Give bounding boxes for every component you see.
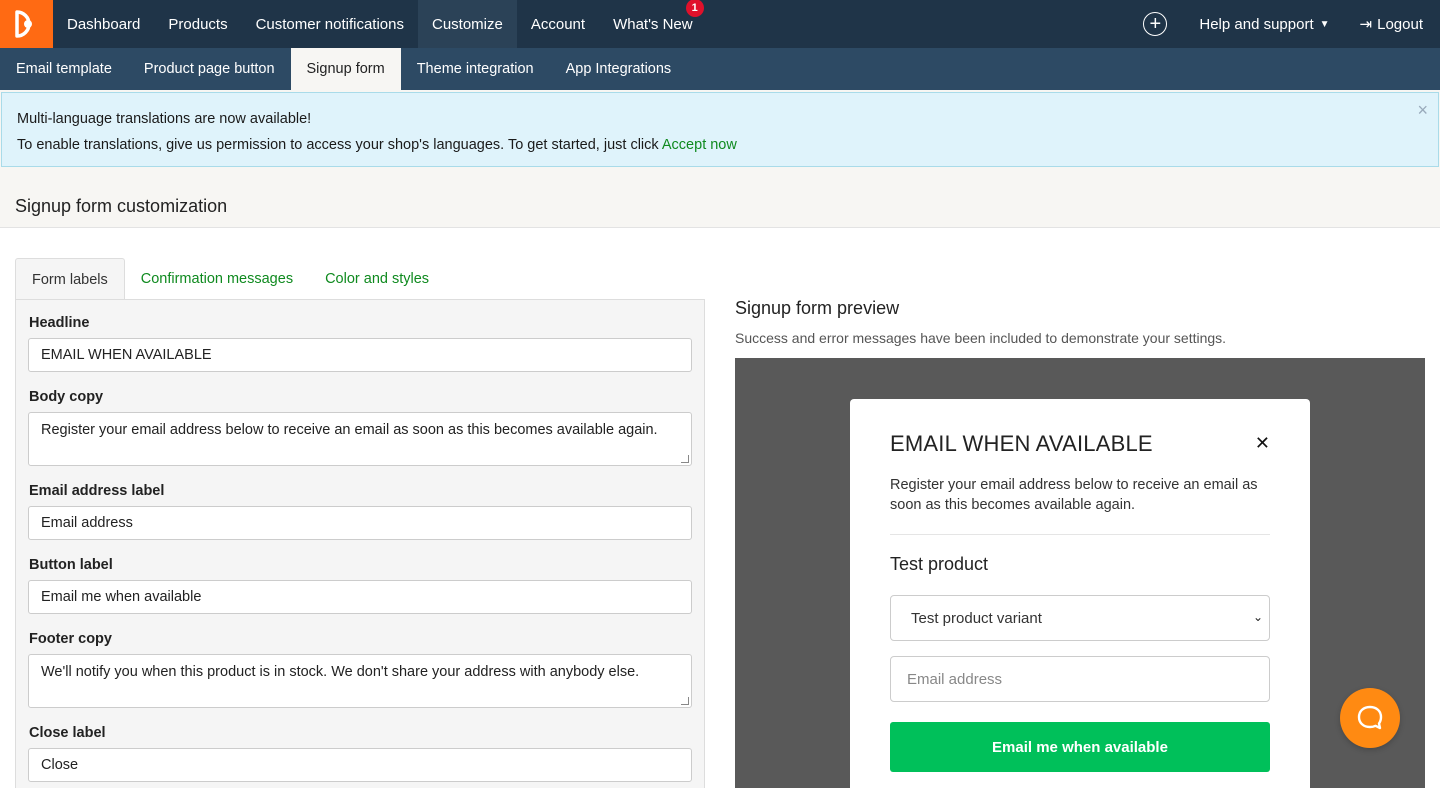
nav-whats-new[interactable]: What's New 1: [599, 0, 707, 48]
tab-confirmation-messages-label: Confirmation messages: [140, 271, 294, 287]
logout-label: Logout: [1377, 15, 1423, 33]
button-label-label: Button label: [29, 557, 113, 573]
headline-input[interactable]: EMAIL WHEN AVAILABLE: [28, 338, 692, 372]
tab-color-and-styles[interactable]: Color and styles: [309, 258, 445, 300]
email-address-label-value: Email address: [41, 515, 133, 531]
info-alert: Multi-language translations are now avai…: [1, 92, 1439, 167]
close-icon[interactable]: ×: [1417, 100, 1428, 121]
help-support-label: Help and support: [1199, 15, 1314, 33]
email-address-label: Email address label: [29, 483, 165, 499]
nav-right-group: + Help and support ▼ ⇥ Logout: [1143, 0, 1440, 48]
form-tabs: Form labels Confirmation messages Color …: [15, 258, 445, 300]
logout-icon: ⇥: [1359, 16, 1373, 33]
subnav-app-integrations[interactable]: App Integrations: [550, 48, 688, 90]
preview-area: EMAIL WHEN AVAILABLE ✕ Register your ema…: [735, 358, 1425, 788]
body-copy-textarea[interactable]: Register your email address below to rec…: [28, 412, 692, 466]
subnav-theme-integration-label: Theme integration: [416, 61, 534, 77]
sub-navbar: Email template Product page button Signu…: [0, 48, 1440, 90]
tab-confirmation-messages[interactable]: Confirmation messages: [125, 258, 309, 300]
resize-handle-icon[interactable]: [681, 455, 689, 463]
nav-whats-new-label: What's New: [613, 15, 693, 33]
alert-body-text: To enable translations, give us permissi…: [17, 137, 659, 153]
modal-email-placeholder: Email address: [907, 670, 1003, 688]
preview-title: Signup form preview: [735, 298, 900, 318]
body-copy-value: Register your email address below to rec…: [41, 422, 658, 438]
nav-customize[interactable]: Customize: [418, 0, 517, 48]
tab-form-labels[interactable]: Form labels: [15, 258, 125, 300]
footer-copy-textarea[interactable]: We'll notify you when this product is in…: [28, 654, 692, 708]
chat-icon: [1357, 705, 1383, 730]
button-label-value: Email me when available: [41, 589, 202, 605]
subnav-signup-form[interactable]: Signup form: [290, 48, 401, 90]
nav-account[interactable]: Account: [517, 0, 599, 48]
headline-input-value: EMAIL WHEN AVAILABLE: [41, 347, 212, 363]
logo-icon[interactable]: [0, 0, 53, 48]
preview-subtitle: Success and error messages have been inc…: [735, 330, 1227, 346]
nav-account-label: Account: [530, 15, 586, 33]
subnav-app-integrations-label: App Integrations: [565, 61, 672, 77]
help-support-menu[interactable]: Help and support ▼: [1199, 16, 1329, 33]
close-label-label: Close label: [29, 725, 106, 741]
footer-copy-value: We'll notify you when this product is in…: [41, 664, 640, 680]
modal-divider: [890, 534, 1270, 535]
subnav-email-template-label: Email template: [16, 61, 112, 77]
close-label-input[interactable]: Close: [28, 748, 692, 782]
nav-products-label: Products: [168, 15, 228, 33]
email-me-button-label: Email me when available: [992, 738, 1168, 756]
close-icon[interactable]: ✕: [1255, 433, 1270, 454]
modal-body: Register your email address below to rec…: [890, 477, 1258, 513]
subnav-email-template[interactable]: Email template: [0, 48, 128, 90]
logout-button[interactable]: ⇥ Logout: [1359, 15, 1423, 34]
caret-down-icon: ▼: [1319, 18, 1330, 30]
modal-headline: EMAIL WHEN AVAILABLE: [890, 431, 1153, 456]
nav-customer-notifications[interactable]: Customer notifications: [242, 0, 418, 48]
variant-select-value: Test product variant: [911, 609, 1042, 627]
tab-color-and-styles-label: Color and styles: [325, 271, 430, 287]
close-label-value: Close: [41, 757, 79, 773]
button-label-input[interactable]: Email me when available: [28, 580, 692, 614]
subnav-theme-integration[interactable]: Theme integration: [401, 48, 550, 90]
nav-dashboard[interactable]: Dashboard: [53, 0, 154, 48]
signup-modal: EMAIL WHEN AVAILABLE ✕ Register your ema…: [850, 399, 1310, 788]
subnav-product-page-button-label: Product page button: [143, 61, 275, 77]
modal-product-name: Test product: [890, 554, 989, 574]
nav-dashboard-label: Dashboard: [67, 15, 141, 33]
plus-circle-icon[interactable]: +: [1143, 12, 1168, 36]
footer-copy-label: Footer copy: [29, 631, 112, 647]
notification-badge: 1: [685, 0, 704, 17]
email-address-label-input[interactable]: Email address: [28, 506, 692, 540]
chat-button[interactable]: [1340, 688, 1400, 748]
nav-customize-label: Customize: [432, 15, 503, 33]
form-labels-panel: Headline EMAIL WHEN AVAILABLE Body copy …: [15, 299, 705, 788]
body-copy-label: Body copy: [29, 389, 104, 405]
subnav-signup-form-label: Signup form: [306, 61, 385, 77]
top-navbar: Dashboard Products Customer notification…: [0, 0, 1440, 48]
page-title: Signup form customization: [15, 196, 228, 216]
nav-customer-notifications-label: Customer notifications: [255, 15, 404, 33]
headline-label: Headline: [29, 315, 90, 331]
accept-now-link[interactable]: Accept now: [662, 137, 737, 153]
nav-products[interactable]: Products: [154, 0, 241, 48]
tab-form-labels-label: Form labels: [32, 271, 108, 288]
alert-body: To enable translations, give us permissi…: [17, 137, 1423, 153]
variant-select[interactable]: Test product variant ⌄: [890, 595, 1270, 641]
alert-title: Multi-language translations are now avai…: [17, 111, 312, 127]
chevron-down-icon: ⌄: [1252, 610, 1263, 624]
modal-email-input[interactable]: Email address: [890, 656, 1270, 702]
email-me-button[interactable]: Email me when available: [890, 722, 1270, 772]
resize-handle-icon[interactable]: [681, 697, 689, 705]
subnav-product-page-button[interactable]: Product page button: [128, 48, 291, 90]
